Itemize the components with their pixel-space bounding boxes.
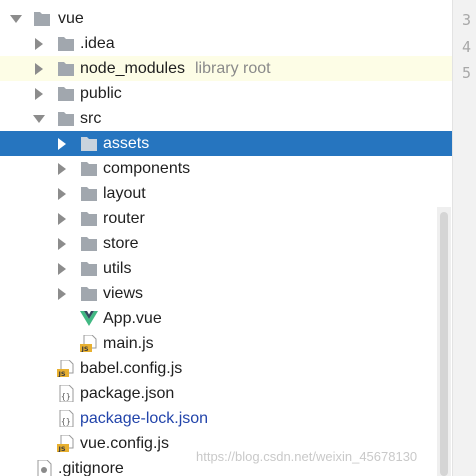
chevron-right-icon[interactable]: [58, 288, 66, 300]
folder-icon: [81, 287, 97, 301]
tree-item-label: router: [103, 210, 145, 227]
svg-text:{}: {}: [61, 392, 71, 401]
tree-row-app-vue[interactable]: App.vue: [0, 306, 452, 331]
chevron-right-icon[interactable]: [58, 138, 66, 150]
tree-row-src[interactable]: src: [0, 106, 452, 131]
svg-text:JS: JS: [58, 370, 66, 377]
line-number: 5: [461, 64, 471, 82]
tree-item-label: assets: [103, 135, 150, 152]
folder-icon: [58, 37, 74, 51]
tree-row-assets[interactable]: assets: [0, 131, 452, 156]
folder-icon: [81, 237, 97, 251]
tree-row-layout[interactable]: layout: [0, 181, 452, 206]
chevron-right-icon[interactable]: [58, 263, 66, 275]
folder-icon: [58, 112, 74, 126]
library-root-hint: library root: [195, 60, 271, 77]
chevron-right-icon[interactable]: [58, 238, 66, 250]
tree-item-label: .gitignore: [58, 460, 124, 476]
project-tree: vue .idea node_modules library root publ…: [0, 0, 452, 476]
folder-icon: [81, 162, 97, 176]
tree-row-views[interactable]: views: [0, 281, 452, 306]
folder-icon: [81, 212, 97, 226]
tree-row-vue[interactable]: vue: [0, 6, 452, 31]
editor-gutter: 3 4 5: [452, 0, 476, 476]
tree-item-label: .idea: [80, 35, 115, 52]
js-file-icon: JS: [80, 335, 97, 352]
tree-item-label: babel.config.js: [80, 360, 183, 377]
tree-item-label: package-lock.json: [80, 410, 209, 427]
folder-icon: [58, 87, 74, 101]
chevron-right-icon[interactable]: [58, 163, 66, 175]
tree-item-label: App.vue: [103, 310, 162, 327]
folder-icon: [34, 12, 50, 26]
tree-item-label: utils: [103, 260, 132, 277]
json-file-icon: {}: [59, 410, 74, 427]
chevron-right-icon[interactable]: [58, 188, 66, 200]
tree-item-label: node_modules: [80, 60, 185, 77]
tree-row-store[interactable]: store: [0, 231, 452, 256]
tree-item-label: package.json: [80, 385, 175, 402]
tree-row-node-modules[interactable]: node_modules library root: [0, 56, 452, 81]
svg-text:{}: {}: [61, 417, 71, 426]
tree-item-label: vue: [58, 10, 84, 27]
tree-row-public[interactable]: public: [0, 81, 452, 106]
chevron-right-icon[interactable]: [35, 63, 43, 75]
folder-icon: [58, 62, 74, 76]
chevron-right-icon[interactable]: [35, 88, 43, 100]
watermark: https://blog.csdn.net/weixin_45678130: [196, 449, 418, 464]
tree-item-label: layout: [103, 185, 146, 202]
tree-row-idea[interactable]: .idea: [0, 31, 452, 56]
tree-item-label: store: [103, 235, 139, 252]
tree-row-components[interactable]: components: [0, 156, 452, 181]
tree-row-package-lock-json[interactable]: {} package-lock.json: [0, 406, 452, 431]
js-file-icon: JS: [57, 360, 74, 377]
svg-text:JS: JS: [81, 345, 89, 352]
json-file-icon: {}: [59, 385, 74, 402]
chevron-right-icon[interactable]: [35, 38, 43, 50]
tree-item-label: vue.config.js: [80, 435, 169, 452]
scrollbar-thumb[interactable]: [440, 212, 448, 476]
tree-row-utils[interactable]: utils: [0, 256, 452, 281]
tree-row-router[interactable]: router: [0, 206, 452, 231]
tree-item-label: components: [103, 160, 191, 177]
tree-item-label: public: [80, 85, 122, 102]
folder-icon: [81, 262, 97, 276]
folder-icon: [81, 187, 97, 201]
line-number: 4: [461, 38, 471, 56]
vue-file-icon: [80, 311, 98, 326]
tree-item-label: src: [80, 110, 102, 127]
folder-icon: [81, 137, 97, 151]
tree-row-babel-config[interactable]: JS babel.config.js: [0, 356, 452, 381]
chevron-down-icon[interactable]: [10, 15, 22, 23]
tree-row-package-json[interactable]: {} package.json: [0, 381, 452, 406]
tree-row-main-js[interactable]: JS main.js: [0, 331, 452, 356]
line-number: 3: [461, 11, 471, 29]
js-file-icon: JS: [57, 435, 74, 452]
chevron-down-icon[interactable]: [33, 115, 45, 123]
chevron-right-icon[interactable]: [58, 213, 66, 225]
svg-text:JS: JS: [58, 445, 66, 452]
tree-item-label: views: [103, 285, 144, 302]
tree-item-label: main.js: [103, 335, 154, 352]
gitignore-file-icon: [37, 460, 52, 476]
